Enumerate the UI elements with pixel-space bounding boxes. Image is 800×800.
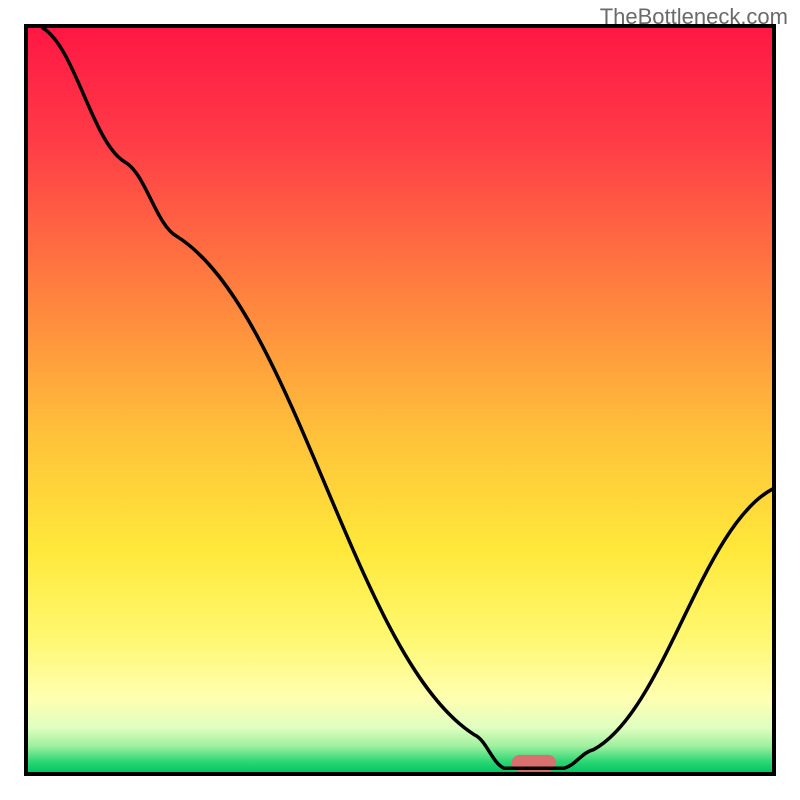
bottleneck-chart <box>0 0 800 800</box>
chart-container: TheBottleneck.com <box>0 0 800 800</box>
watermark-text: TheBottleneck.com <box>600 4 788 30</box>
